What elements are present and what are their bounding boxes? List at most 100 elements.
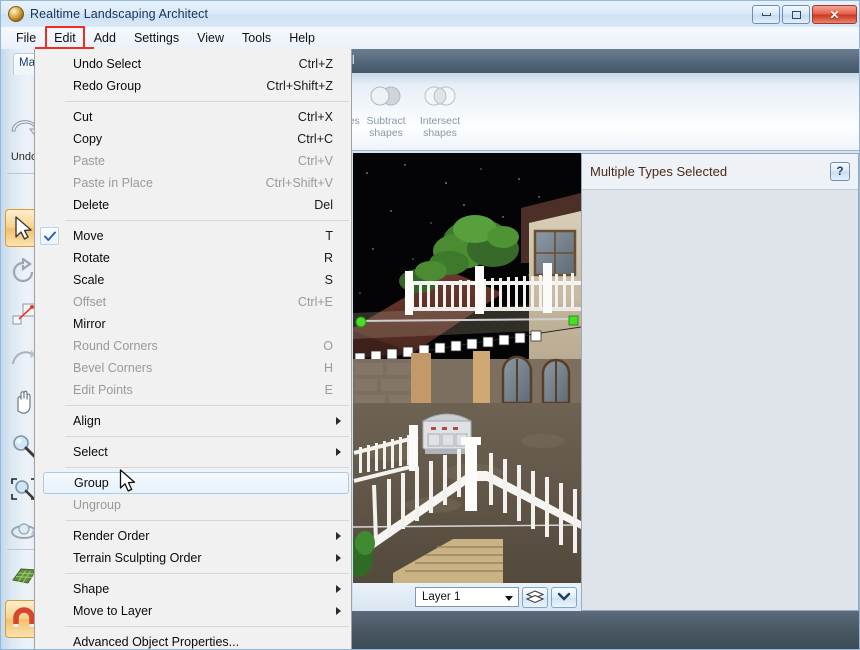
submenu-arrow-icon (336, 448, 341, 456)
menu-item-label: Redo Group (73, 79, 142, 93)
menu-item-paste: Paste Ctrl+V (35, 150, 351, 172)
menu-item-bevel-corners: Bevel Corners H (35, 357, 351, 379)
menu-item-shortcut: Ctrl+V (297, 154, 333, 168)
menu-item-mirror[interactable]: Mirror (35, 313, 351, 335)
mouse-cursor (119, 469, 136, 492)
menu-item-scale[interactable]: Scale S (35, 269, 351, 291)
menu-item-move[interactable]: Move T (35, 225, 351, 247)
menu-item-cut[interactable]: Cut Ctrl+X (35, 106, 351, 128)
menu-view[interactable]: View (188, 29, 233, 47)
menu-tools[interactable]: Tools (233, 29, 280, 47)
subtract-shapes-label: Subtract shapes (366, 115, 406, 139)
viewport-3d[interactable] (353, 153, 581, 583)
menu-item-redo-group[interactable]: Redo Group Ctrl+Shift+Z (35, 75, 351, 97)
minimize-button[interactable] (752, 5, 780, 24)
menu-item-label: Edit Points (73, 383, 133, 397)
layer-select-value: Layer 1 (422, 591, 461, 603)
menu-item-label: Select (73, 445, 108, 459)
menu-item-paste-in-place: Paste in Place Ctrl+Shift+V (35, 172, 351, 194)
menu-item-shortcut: Ctrl+E (297, 295, 333, 309)
menu-settings[interactable]: Settings (125, 29, 188, 47)
close-icon: ✕ (829, 7, 840, 22)
menu-item-label: Paste in Place (73, 176, 153, 190)
layer-select[interactable]: Layer 1 (415, 587, 519, 607)
menu-item-shortcut: E (324, 383, 333, 397)
menu-separator (65, 573, 349, 574)
title-bar: Realtime Landscaping Architect ✕ (1, 1, 859, 27)
properties-panel-header: Multiple Types Selected ? (582, 154, 858, 190)
menu-item-shortcut: S (324, 273, 333, 287)
intersect-shapes-label: Intersect shapes (419, 115, 461, 139)
chevron-down-icon (505, 596, 513, 601)
menu-item-shape[interactable]: Shape (35, 578, 351, 600)
menu-item-label: Round Corners (73, 339, 158, 353)
menu-item-label: Cut (73, 110, 93, 124)
menu-item-label: Group (74, 476, 109, 490)
menu-item-shortcut: T (325, 229, 333, 243)
properties-panel: Multiple Types Selected ? (581, 153, 859, 611)
menu-item-label: Mirror (73, 317, 106, 331)
close-button[interactable]: ✕ (812, 5, 857, 24)
checkmark-icon (40, 227, 59, 245)
submenu-arrow-icon (336, 532, 341, 540)
menu-item-shortcut: Ctrl+Shift+Z (266, 79, 333, 93)
maximize-icon (791, 10, 801, 19)
window-title: Realtime Landscaping Architect (30, 7, 209, 21)
menu-separator (65, 405, 349, 406)
menu-item-move-to-layer[interactable]: Move to Layer (35, 600, 351, 622)
layer-options-button[interactable] (551, 586, 577, 608)
subtract-shapes-button[interactable]: Subtract shapes (358, 77, 414, 147)
intersect-shapes-icon (417, 77, 463, 115)
help-button[interactable]: ? (830, 162, 850, 181)
menu-item-shortcut: Ctrl+Shift+V (265, 176, 333, 190)
menu-item-rotate[interactable]: Rotate R (35, 247, 351, 269)
menu-item-label: Advanced Object Properties... (73, 635, 240, 649)
menu-separator (65, 467, 349, 468)
menu-separator (65, 520, 349, 521)
menu-item-label: Move to Layer (73, 604, 153, 618)
menu-item-advanced-object-properties[interactable]: Advanced Object Properties... (35, 631, 351, 649)
menu-item-shortcut: R (323, 251, 333, 265)
submenu-arrow-icon (336, 554, 341, 562)
menu-item-delete[interactable]: Delete Del (35, 194, 351, 216)
menu-item-label: Render Order (73, 529, 150, 543)
menu-item-select[interactable]: Select (35, 441, 351, 463)
app-logo-icon (8, 6, 24, 22)
menu-separator (65, 101, 349, 102)
menu-item-label: Bevel Corners (73, 361, 153, 375)
menu-item-label: Rotate (73, 251, 110, 265)
menu-item-render-order[interactable]: Render Order (35, 525, 351, 547)
intersect-shapes-button[interactable]: Intersect shapes (412, 77, 468, 147)
menu-help[interactable]: Help (280, 29, 324, 47)
menu-item-label: Terrain Sculpting Order (73, 551, 202, 565)
menu-item-copy[interactable]: Copy Ctrl+C (35, 128, 351, 150)
menu-item-edit-points: Edit Points E (35, 379, 351, 401)
layers-button[interactable] (522, 586, 548, 608)
application-window: Realtime Landscaping Architect ✕ File Ed… (0, 0, 860, 650)
menu-item-undo-select[interactable]: Undo Select Ctrl+Z (35, 53, 351, 75)
menu-item-ungroup: Ungroup (35, 494, 351, 516)
menu-item-label: Delete (73, 198, 110, 212)
menu-edit[interactable]: Edit (45, 26, 85, 50)
menu-file[interactable]: File (7, 29, 45, 47)
layer-bar: Layer 1 (353, 583, 581, 611)
properties-panel-title: Multiple Types Selected (590, 164, 728, 179)
menu-add[interactable]: Add (85, 29, 125, 47)
menu-item-round-corners: Round Corners O (35, 335, 351, 357)
window-controls: ✕ (752, 5, 857, 24)
chevron-down-icon (557, 592, 571, 601)
menu-item-shortcut: H (323, 361, 333, 375)
menu-item-offset: Offset Ctrl+E (35, 291, 351, 313)
menu-edit-label: Edit (54, 31, 76, 45)
menu-item-terrain-sculpting-order[interactable]: Terrain Sculpting Order (35, 547, 351, 569)
menu-item-group[interactable]: Group (43, 472, 349, 494)
menu-bar: File Edit Add Settings View Tools Help (1, 26, 859, 50)
menu-separator (65, 220, 349, 221)
menu-item-align[interactable]: Align (35, 410, 351, 432)
menu-separator (65, 626, 349, 627)
menu-item-shortcut: Del (314, 198, 333, 212)
menu-item-label: Shape (73, 582, 110, 596)
maximize-button[interactable] (782, 5, 810, 24)
menu-item-label: Ungroup (73, 498, 121, 512)
menu-item-label: Scale (73, 273, 105, 287)
